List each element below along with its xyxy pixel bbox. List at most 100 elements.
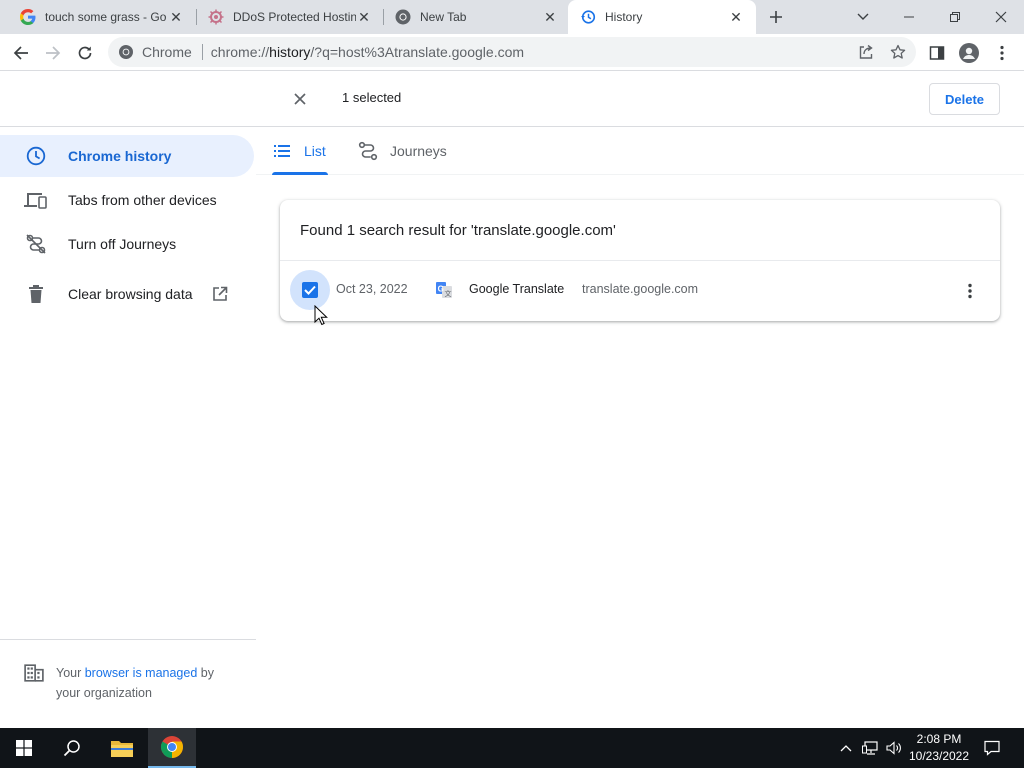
history-view-tabs: List Journeys xyxy=(256,127,1024,175)
taskbar-file-explorer[interactable] xyxy=(98,728,146,768)
tab-title: touch some grass - Go xyxy=(45,10,167,24)
history-entry[interactable]: Oct 23, 2022 G 文 Google Translate transl… xyxy=(280,261,1000,321)
svg-text:G: G xyxy=(438,285,444,294)
tab-search-button[interactable] xyxy=(840,0,886,34)
omnibox-divider xyxy=(201,44,203,60)
entry-title-link[interactable]: Google Translate xyxy=(469,282,564,296)
tab-journeys[interactable]: Journeys xyxy=(358,127,447,175)
side-panel-icon xyxy=(929,46,945,60)
restore-icon xyxy=(950,12,960,22)
chrome-icon xyxy=(395,9,411,25)
close-tab-icon[interactable]: ✕ xyxy=(728,9,744,25)
chrome-icon xyxy=(161,736,183,758)
tab-ddos-protected[interactable]: DDoS Protected Hostin ✕ xyxy=(188,0,384,34)
address-bar[interactable]: Chrome chrome://history/?q=host%3Atransl… xyxy=(108,37,916,67)
site-info-chip[interactable]: Chrome xyxy=(108,44,192,60)
close-tab-icon[interactable]: ✕ xyxy=(542,9,558,25)
share-icon[interactable] xyxy=(856,42,876,62)
clock-time: 2:08 PM xyxy=(916,732,962,746)
checkbox-checked-icon xyxy=(302,282,318,298)
back-arrow-icon xyxy=(13,46,28,60)
trash-icon xyxy=(24,282,48,306)
folder-icon xyxy=(111,741,133,757)
search-icon xyxy=(63,740,80,757)
journeys-icon xyxy=(358,141,378,161)
avatar-icon xyxy=(959,43,979,63)
close-tab-icon[interactable]: ✕ xyxy=(356,9,372,25)
kebab-menu-icon xyxy=(968,283,972,299)
reload-icon xyxy=(78,46,92,60)
selection-toolbar: 1 selected Delete xyxy=(0,71,1024,127)
clock-icon xyxy=(24,144,48,168)
volume-icon[interactable] xyxy=(886,740,902,756)
chevron-down-icon xyxy=(857,13,869,20)
tab-title: DDoS Protected Hostin xyxy=(233,10,356,24)
close-window-button[interactable] xyxy=(978,0,1024,34)
svg-text:文: 文 xyxy=(445,289,452,298)
managed-link[interactable]: browser is managed xyxy=(85,666,198,680)
close-icon xyxy=(995,11,1007,23)
mouse-cursor-icon xyxy=(314,305,328,326)
start-button[interactable] xyxy=(0,728,48,768)
sidebar-divider xyxy=(0,639,256,640)
sidebar-item-clear-browsing-data[interactable]: Clear browsing data xyxy=(0,273,254,315)
taskbar-chrome[interactable] xyxy=(148,728,196,768)
google-g-icon xyxy=(20,9,36,25)
tab-title: New Tab xyxy=(420,10,467,24)
network-icon[interactable] xyxy=(862,740,878,756)
tab-title: History xyxy=(605,10,643,24)
entry-checkbox[interactable] xyxy=(290,270,330,310)
journeys-off-icon xyxy=(24,232,48,256)
ddos-site-icon xyxy=(208,9,224,25)
clear-selection-button[interactable] xyxy=(288,87,312,111)
windows-logo-icon xyxy=(16,740,32,756)
sidebar-item-chrome-history[interactable]: Chrome history xyxy=(0,135,254,177)
menu-button[interactable] xyxy=(989,40,1015,66)
new-tab-button[interactable] xyxy=(764,5,788,29)
tab-label: List xyxy=(304,143,326,159)
sidebar-item-label: Clear browsing data xyxy=(68,286,193,302)
history-icon xyxy=(580,9,596,25)
url-prefix: chrome:// xyxy=(210,44,270,60)
close-tab-icon[interactable]: ✕ xyxy=(168,9,184,25)
sidebar-item-label: Chrome history xyxy=(68,148,172,164)
sidebar-item-turn-off-journeys[interactable]: Turn off Journeys xyxy=(0,223,254,265)
managed-line2: your organization xyxy=(56,686,152,700)
profile-button[interactable] xyxy=(956,40,982,66)
forward-button[interactable] xyxy=(40,40,66,66)
sidebar-item-label: Tabs from other devices xyxy=(68,192,217,208)
tab-list[interactable]: List xyxy=(272,127,328,175)
back-button[interactable] xyxy=(8,40,34,66)
tab-label: Journeys xyxy=(390,143,447,159)
delete-button[interactable]: Delete xyxy=(929,83,1000,115)
entry-domain: translate.google.com xyxy=(582,282,699,296)
url-text: chrome://history/?q=host%3Atranslate.goo… xyxy=(211,44,524,60)
windows-taskbar: 2:08 PM 10/23/2022 xyxy=(0,728,1024,768)
close-icon xyxy=(294,93,306,105)
tab-strip: touch some grass - Go ✕ DDoS Protected H… xyxy=(0,0,1024,34)
browser-toolbar: Chrome chrome://history/?q=host%3Atransl… xyxy=(0,34,1024,71)
taskbar-clock[interactable]: 2:08 PM 10/23/2022 xyxy=(906,731,972,765)
clock-date: 10/23/2022 xyxy=(908,749,970,763)
notifications-icon[interactable] xyxy=(984,740,1000,756)
taskbar-search-button[interactable] xyxy=(48,728,96,768)
tab-new-tab[interactable]: New Tab ✕ xyxy=(375,0,570,34)
entry-more-actions-button[interactable] xyxy=(958,279,982,303)
url-path: /?q=host%3Atranslate.google.com xyxy=(310,44,525,60)
entry-date: Oct 23, 2022 xyxy=(336,282,408,296)
tab-touch-some-grass[interactable]: touch some grass - Go ✕ xyxy=(0,0,196,34)
tab-history[interactable]: History ✕ xyxy=(568,0,756,34)
list-icon xyxy=(272,141,292,161)
reload-button[interactable] xyxy=(72,40,98,66)
minimize-button[interactable] xyxy=(886,0,932,34)
restore-button[interactable] xyxy=(932,0,978,34)
kebab-menu-icon xyxy=(1000,45,1004,61)
open-in-new-icon xyxy=(211,285,229,303)
sidebar-item-tabs-other-devices[interactable]: Tabs from other devices xyxy=(0,179,254,221)
bookmark-star-icon[interactable] xyxy=(888,42,908,62)
side-panel-button[interactable] xyxy=(924,40,950,66)
minimize-icon xyxy=(904,16,914,18)
selected-count: 1 selected xyxy=(342,90,402,105)
results-heading: Found 1 search result for 'translate.goo… xyxy=(300,222,616,239)
chevron-up-icon[interactable] xyxy=(838,740,854,756)
